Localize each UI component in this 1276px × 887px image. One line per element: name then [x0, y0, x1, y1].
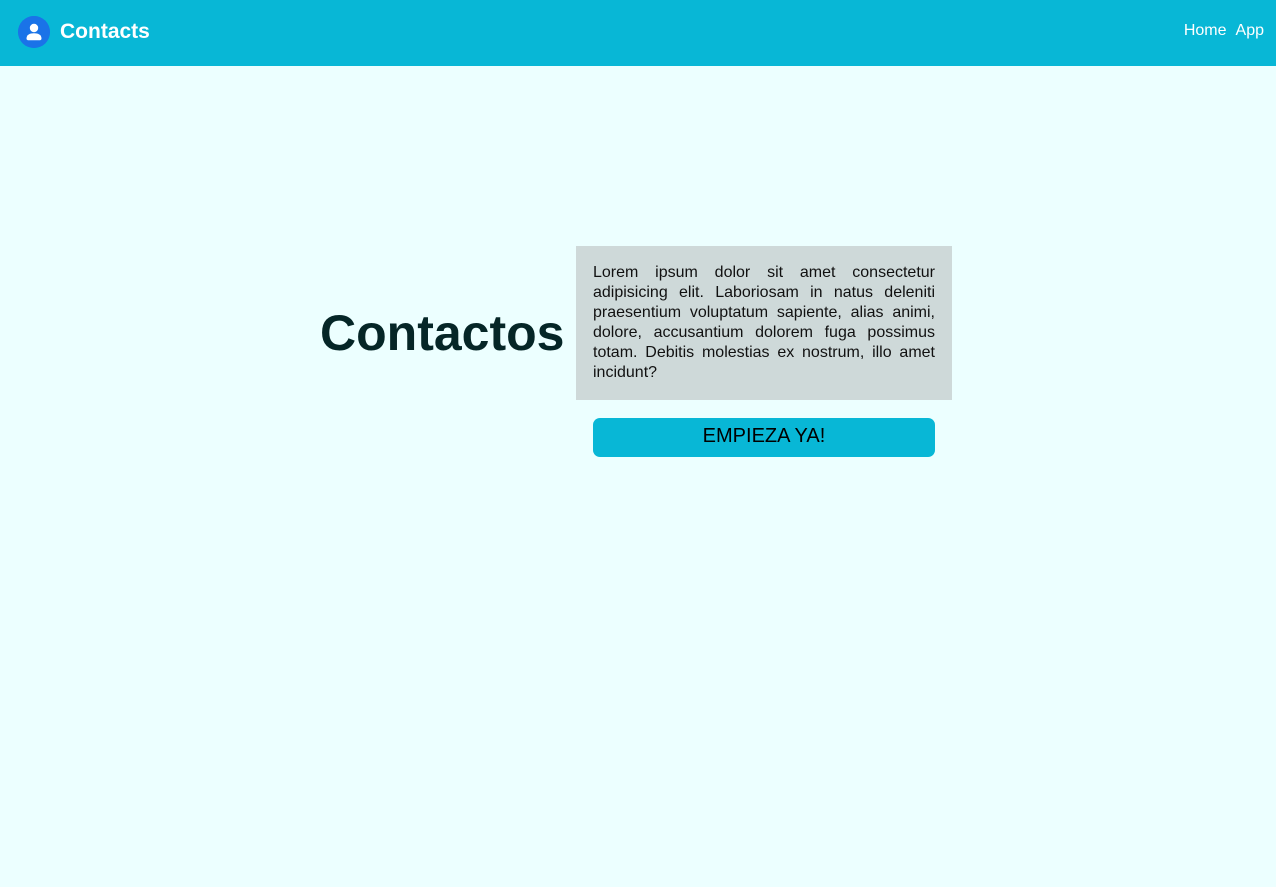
description-box: Lorem ipsum dolor sit amet consectetur a…: [576, 246, 952, 400]
start-now-button[interactable]: EMPIEZA YA!: [593, 418, 935, 457]
brand-title: Contacts: [60, 20, 150, 43]
page-title: Contactos: [320, 305, 565, 361]
top-navbar: Contacts Home App: [0, 0, 1276, 66]
nav-link-home[interactable]: Home: [1184, 21, 1227, 41]
user-icon: [18, 16, 50, 48]
nav-links: Home App: [1184, 21, 1264, 41]
nav-link-app[interactable]: App: [1236, 21, 1264, 41]
brand[interactable]: Contacts: [18, 16, 150, 48]
